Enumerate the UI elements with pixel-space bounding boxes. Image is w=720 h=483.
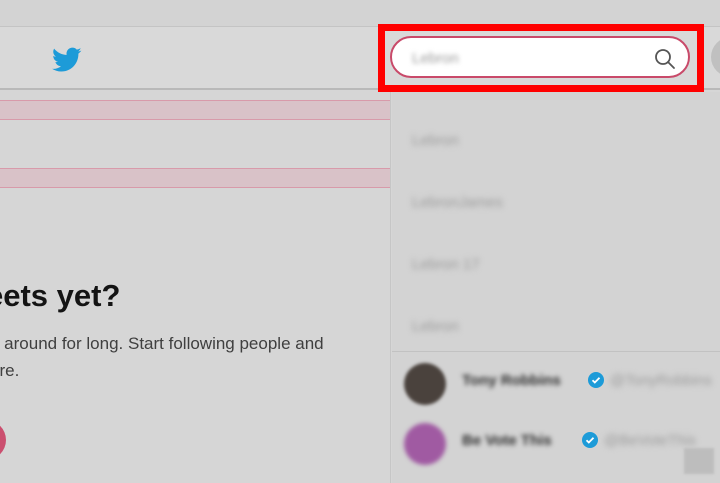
person-name: Be Vote This (462, 432, 552, 449)
empty-timeline-message: e around for long. Start following peopl… (0, 330, 370, 384)
empty-timeline-headline: eets yet? (0, 278, 121, 313)
verified-badge-icon (582, 432, 598, 448)
get-started-button[interactable] (0, 420, 6, 460)
search-input[interactable] (410, 47, 644, 69)
search-field[interactable] (390, 36, 690, 78)
suggestion-item[interactable]: Lebron (412, 318, 459, 336)
notice-band-bottom (0, 168, 390, 188)
people-result-item[interactable]: Be Vote This @BeVoteThis (392, 418, 720, 468)
suggestion-item[interactable]: LebronJames (412, 194, 503, 212)
column-divider (390, 92, 391, 483)
suggestion-item[interactable]: Lebron 17 (412, 256, 480, 274)
person-handle: @TonyRobbins (610, 372, 712, 389)
search-icon[interactable] (654, 48, 676, 70)
scroll-corner (684, 448, 714, 474)
person-avatar (404, 423, 446, 465)
person-name: Tony Robbins (462, 372, 561, 389)
suggestions-divider (392, 351, 720, 352)
person-avatar (404, 363, 446, 405)
empty-timeline-line-1: e around for long. Start following peopl… (0, 334, 324, 353)
search-suggestions-dropdown: Lebron LebronJames Lebron 17 Lebron Tony… (392, 92, 720, 483)
empty-timeline-line-2: ere. (0, 361, 20, 380)
verified-badge-icon (588, 372, 604, 388)
twitter-bird-icon[interactable] (52, 47, 82, 73)
notice-band-top (0, 100, 390, 120)
suggestion-item[interactable]: Lebron (412, 132, 459, 150)
top-strip (0, 0, 720, 26)
person-handle: @BeVoteThis (604, 432, 696, 449)
people-result-item[interactable]: Tony Robbins @TonyRobbins (392, 358, 720, 408)
